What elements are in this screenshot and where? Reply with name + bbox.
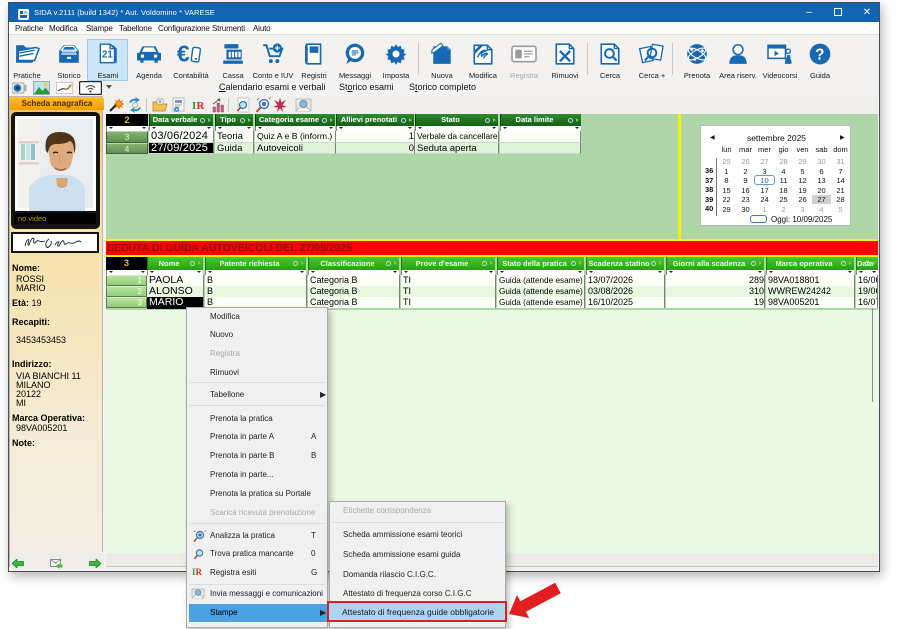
svg-text:?: ? xyxy=(815,46,824,63)
svg-text:21: 21 xyxy=(102,49,113,60)
svg-text:R: R xyxy=(197,100,206,111)
svg-text:€: € xyxy=(177,42,190,66)
